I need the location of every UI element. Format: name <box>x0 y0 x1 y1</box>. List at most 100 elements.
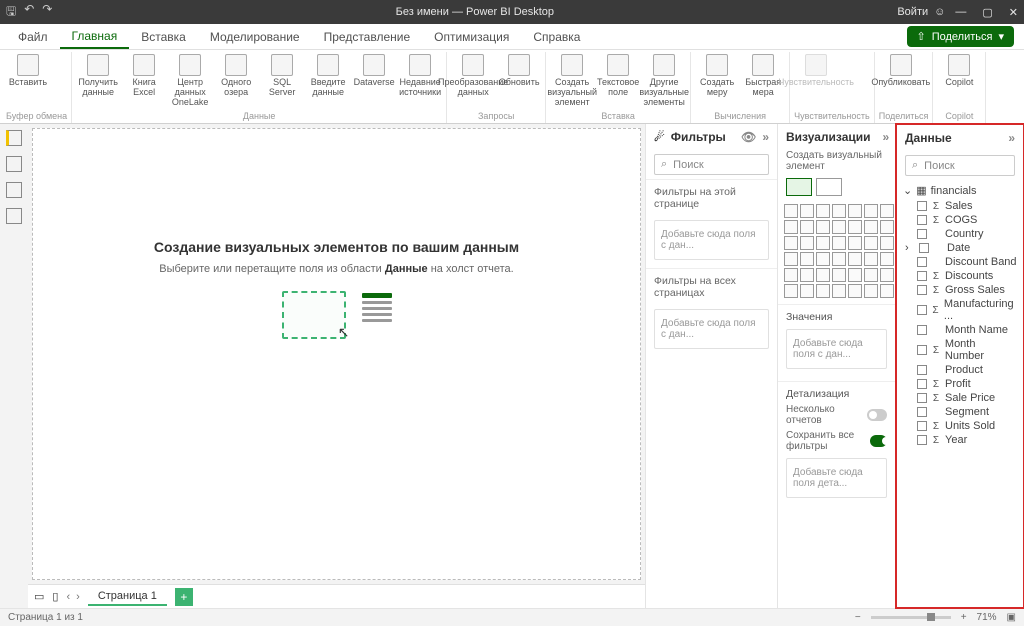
fit-page-icon[interactable]: ▣ <box>1007 612 1016 623</box>
viz-type-icon[interactable] <box>864 284 878 298</box>
viz-type-icon[interactable] <box>784 204 798 218</box>
viz-type-icon[interactable] <box>784 252 798 266</box>
viz-type-icon[interactable] <box>880 284 894 298</box>
field-item[interactable]: ΣYear <box>903 433 1017 447</box>
viz-type-icon[interactable] <box>784 284 798 298</box>
tab-help[interactable]: Справка <box>521 24 592 49</box>
viz-type-icon[interactable] <box>800 204 814 218</box>
viz-type-icon[interactable] <box>816 268 830 282</box>
undo-icon[interactable]: ↶ <box>24 2 34 23</box>
close-icon[interactable]: ✕ <box>1009 6 1018 19</box>
field-item[interactable]: Discount Band <box>903 255 1017 269</box>
zoom-slider[interactable] <box>871 616 951 619</box>
field-item[interactable]: ›Date <box>903 241 1017 255</box>
tab-modeling[interactable]: Моделирование <box>198 24 312 49</box>
viz-type-icon[interactable] <box>864 268 878 282</box>
viz-type-icon[interactable] <box>864 204 878 218</box>
ribbon-button[interactable]: Одного озера <box>214 54 258 98</box>
field-item[interactable]: ΣUnits Sold <box>903 419 1017 433</box>
ribbon-button[interactable]: Dataverse <box>352 54 396 88</box>
collapse-icon[interactable]: » <box>1008 131 1015 145</box>
field-item[interactable]: Σ Sales <box>903 199 1017 213</box>
minimize-icon[interactable]: — <box>955 6 966 19</box>
viz-type-icon[interactable] <box>832 236 846 250</box>
viz-type-icon[interactable] <box>864 220 878 234</box>
filters-all-drop[interactable]: Добавьте сюда поля с дан... <box>654 309 769 349</box>
field-item[interactable]: ΣGross Sales <box>903 283 1017 297</box>
model-view-icon[interactable] <box>6 182 22 198</box>
viz-type-icon[interactable] <box>864 252 878 266</box>
field-item[interactable]: ΣSale Price <box>903 391 1017 405</box>
ribbon-button[interactable]: Опубликовать <box>879 54 923 88</box>
zoom-out-icon[interactable]: − <box>855 612 861 623</box>
tab-home[interactable]: Главная <box>60 24 130 49</box>
tab-file[interactable]: Файл <box>6 24 60 49</box>
build-visual-icon[interactable] <box>786 178 812 196</box>
viz-type-icon[interactable] <box>784 220 798 234</box>
viz-type-icon[interactable] <box>848 284 862 298</box>
ribbon-button[interactable]: Быстрая мера <box>741 54 785 98</box>
viz-type-icon[interactable] <box>880 268 894 282</box>
field-item[interactable]: Product <box>903 363 1017 377</box>
field-item[interactable]: ΣDiscounts <box>903 269 1017 283</box>
dax-view-icon[interactable] <box>6 208 22 224</box>
viz-type-icon[interactable] <box>848 220 862 234</box>
viz-type-icon[interactable] <box>832 268 846 282</box>
filters-page-drop[interactable]: Добавьте сюда поля с дан... <box>654 220 769 260</box>
ribbon-button[interactable]: Преобразование данных <box>451 54 495 98</box>
zoom-in-icon[interactable]: + <box>961 612 967 623</box>
ribbon-button[interactable]: Создать меру <box>695 54 739 98</box>
ribbon-button[interactable]: Книга Excel <box>122 54 166 98</box>
table-view-icon[interactable] <box>6 156 22 172</box>
viz-type-icon[interactable] <box>832 284 846 298</box>
redo-icon[interactable]: ↷ <box>42 2 52 23</box>
field-item[interactable]: ΣMonth Number <box>903 337 1017 363</box>
viz-type-icon[interactable] <box>848 252 862 266</box>
share-button[interactable]: ⇧ Поделиться ▾ <box>907 26 1015 47</box>
field-item[interactable]: Segment <box>903 405 1017 419</box>
eye-icon[interactable]: 👁 <box>741 130 756 144</box>
viz-type-icon[interactable] <box>832 220 846 234</box>
collapse-icon[interactable]: » <box>883 130 890 144</box>
report-view-icon[interactable] <box>6 130 22 146</box>
ribbon-button[interactable]: Другие визуальные элементы <box>642 54 686 108</box>
viz-type-icon[interactable] <box>800 284 814 298</box>
viz-type-icon[interactable] <box>848 204 862 218</box>
mobile-layout-icon[interactable]: ▯ <box>52 590 58 603</box>
ribbon-button[interactable]: Текстовое поле <box>596 54 640 98</box>
desktop-layout-icon[interactable]: ▭ <box>34 590 44 603</box>
keep-filters-toggle[interactable] <box>870 435 887 447</box>
viz-type-icon[interactable] <box>816 204 830 218</box>
viz-type-icon[interactable] <box>848 236 862 250</box>
viz-type-icon[interactable] <box>784 268 798 282</box>
field-item[interactable]: Month Name <box>903 323 1017 337</box>
ribbon-button[interactable]: Обновить <box>497 54 541 88</box>
multi-report-toggle[interactable] <box>867 409 887 421</box>
viz-type-icon[interactable] <box>800 220 814 234</box>
viz-type-icon[interactable] <box>880 220 894 234</box>
viz-type-icon[interactable] <box>816 236 830 250</box>
data-search[interactable]: ⌕ Поиск <box>905 155 1015 176</box>
format-visual-icon[interactable] <box>816 178 842 196</box>
table-node[interactable]: ⌄ ▦ financials <box>903 182 1017 199</box>
viz-type-icon[interactable] <box>800 268 814 282</box>
tab-view[interactable]: Представление <box>312 24 423 49</box>
ribbon-button[interactable]: Вставить <box>6 54 50 88</box>
viz-type-icon[interactable] <box>800 236 814 250</box>
ribbon-button[interactable]: Создать визуальный элемент <box>550 54 594 108</box>
field-item[interactable]: ΣManufacturing ... <box>903 297 1017 323</box>
viz-type-icon[interactable] <box>832 252 846 266</box>
field-item[interactable]: Country <box>903 227 1017 241</box>
tab-optimize[interactable]: Оптимизация <box>422 24 521 49</box>
ribbon-button[interactable]: Недавние источники <box>398 54 442 98</box>
viz-type-icon[interactable] <box>800 252 814 266</box>
viz-type-icon[interactable] <box>816 284 830 298</box>
viz-type-icon[interactable] <box>880 252 894 266</box>
viz-type-icon[interactable] <box>864 236 878 250</box>
filters-search[interactable]: ⌕ Поиск <box>654 154 769 175</box>
add-page-button[interactable]: + <box>175 588 193 606</box>
viz-type-icon[interactable] <box>816 252 830 266</box>
ribbon-button[interactable]: Введите данные <box>306 54 350 98</box>
ribbon-button[interactable]: Copilot <box>937 54 981 88</box>
viz-type-icon[interactable] <box>816 220 830 234</box>
